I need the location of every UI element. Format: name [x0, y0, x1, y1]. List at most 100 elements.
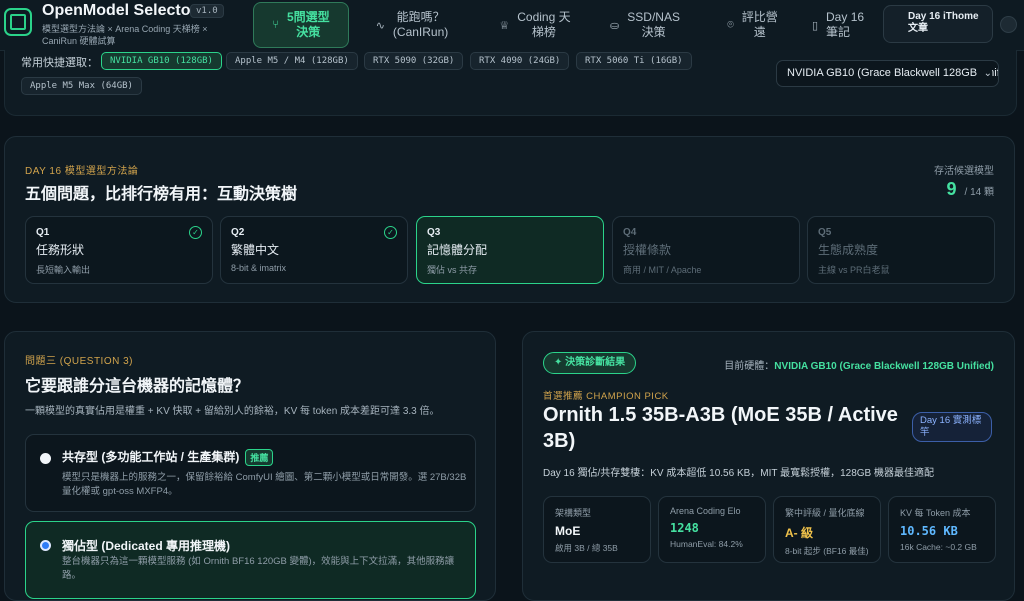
result-panel: ✦ 決策診斷結果 目前硬體：NVIDIA GB10 (Grace Blackwe…	[522, 331, 1015, 601]
book-icon: ▯	[811, 19, 819, 32]
stat-label: 架構類型	[555, 508, 592, 518]
question-title: 它要跟誰分這台機器的記憶體？	[25, 378, 250, 395]
sparkle-icon: ✦	[554, 357, 566, 368]
nav-tab-label: 能跑嗎？ (CanIRun)	[392, 10, 449, 39]
question-sub: 獨佔 vs 共存	[427, 265, 478, 275]
preset-apple-m5-m4[interactable]: Apple M5 / M4 (128GB)	[226, 52, 358, 70]
question-card-q5[interactable]: Q5 生態成熟度 主線 vs PR白老鼠	[807, 216, 995, 284]
stat-value: A- 級	[785, 526, 813, 540]
current-hardware-value: NVIDIA GB10 (Grace Blackwell 128GB Unifi…	[774, 361, 994, 372]
tree-title: 五個問題，比排行榜有用：互動決策樹	[25, 186, 298, 203]
stat-sub: 16k Cache: ~0.2 GB	[900, 542, 977, 552]
question-title: 授權條款	[623, 243, 672, 257]
diagnosis-label: 決策診斷結果	[565, 357, 626, 368]
nav-tab-canirun[interactable]: ∿ 能跑嗎？ (CanIRun)	[362, 2, 462, 48]
hardware-select-value: NVIDIA GB10 (Grace Blackwell 128GB Unif	[787, 67, 999, 79]
question-number: Q3	[427, 227, 441, 238]
stat-sub: 8-bit 起步 (BF16 最佳)	[785, 546, 869, 556]
question-card-q2[interactable]: Q2 繁體中文 8-bit & imatrix ✓	[220, 216, 408, 284]
stat-arena-elo: Arena Coding Elo 1248 HumanEval: 84.2%	[658, 496, 766, 563]
trophy-icon: ♕	[499, 19, 510, 32]
question-title: 記憶體分配	[427, 243, 488, 257]
preset-rtx-5090[interactable]: RTX 5090 (32GB)	[364, 52, 464, 70]
check-circle-icon: ✓	[384, 226, 397, 239]
ithome-article-button[interactable]: Day 16 iThome 文章	[883, 5, 993, 43]
stat-label: 繁中評級 / 量化底線	[785, 508, 865, 518]
option-description: 整台機器只為這一顆模型服務 (如 Ornith BF16 120GB 變體)，效…	[62, 556, 455, 581]
remaining-total: / 14 顆	[964, 187, 994, 198]
current-hardware-label: 目前硬體：	[724, 361, 775, 372]
question-title: 繁體中文	[231, 243, 280, 257]
champion-label: 首選推薦 CHAMPION PICK	[543, 391, 669, 402]
question-number: Q5	[818, 227, 832, 238]
satellite-icon: ⌾	[727, 18, 734, 31]
question-card-q3[interactable]: Q3 記憶體分配 獨佔 vs 共存	[416, 216, 604, 284]
app-subtitle: 模型選型方法論 × Arena Coding 天梯榜 × CaniRun 硬體試…	[42, 24, 208, 46]
option-title: 共存型 (多功能工作站 / 生產集群)	[62, 450, 240, 464]
question-number: Q4	[623, 227, 637, 238]
nav-tab-notes[interactable]: ▯ Day 16 筆記	[798, 2, 878, 48]
question-card-q4[interactable]: Q4 授權條款 商用 / MIT / Apache	[612, 216, 800, 284]
option-shared[interactable]: 共存型 (多功能工作站 / 生產集群) 推薦 模型只是機器上的服務之一，保留餘裕給…	[25, 434, 476, 512]
option-dedicated[interactable]: 獨佔型 (Dedicated 專用推理機) 整台機器只為這一顆模型服務 (如 O…	[25, 521, 476, 599]
preset-rtx-4090[interactable]: RTX 4090 (24GB)	[470, 52, 570, 70]
hardware-select[interactable]: NVIDIA GB10 (Grace Blackwell 128GB Unif …	[776, 60, 999, 87]
drive-icon: ⛀	[610, 19, 620, 32]
option-description: 模型只是機器上的服務之一，保留餘裕給 ComfyUI 繪圖、第二顆小模型或日常開…	[62, 472, 467, 497]
stat-sub: 啟用 3B / 總 35B	[555, 543, 618, 553]
pulse-icon: ∿	[375, 19, 385, 32]
nav-tab-label: Day 16 筆記	[826, 10, 865, 39]
nav-tab-benchmark[interactable]: ⌾ 評比營 遠	[710, 2, 795, 48]
theme-toggle-button[interactable]	[1000, 16, 1017, 33]
question-number: Q1	[36, 227, 50, 238]
remaining-value: 9	[946, 179, 957, 199]
stat-value: 10.56 KB	[900, 524, 958, 538]
option-title-row: 共存型 (多功能工作站 / 生產集群) 推薦	[62, 448, 274, 466]
remaining-label: 存活候選模型	[934, 166, 994, 177]
day-benchmark-tag: Day 16 實測標竿	[912, 412, 992, 442]
result-summary: Day 16 獨佔/共存雙棲：KV 成本超低 10.56 KB，MIT 最寬鬆授…	[543, 468, 935, 479]
nav-tab-decision[interactable]: ⑂ 5問選型 決策	[253, 2, 349, 48]
preset-apple-m5-max[interactable]: Apple M5 Max (64GB)	[21, 77, 142, 95]
quick-select-label: 常用快捷選取：	[21, 57, 98, 69]
remaining-count: 9 / 14 顆	[947, 179, 994, 200]
question-panel: 問題三 (QUESTION 3) 它要跟誰分這台機器的記憶體？ 一顆模型的真實佔…	[4, 331, 496, 601]
question-sub: 長短輸入輸出	[36, 265, 91, 275]
radio-selected[interactable]	[40, 540, 51, 551]
version-badge: v1.0	[190, 4, 224, 18]
model-name: Ornith 1.5 35B-A3B (MoE 35B / Active 3B)	[543, 404, 898, 452]
check-circle-icon: ✓	[189, 226, 202, 239]
preset-rtx-5060-ti[interactable]: RTX 5060 Ti (16GB)	[576, 52, 692, 70]
question-sub: 主線 vs PR白老鼠	[818, 265, 890, 275]
nav-tab-ladder[interactable]: ♕ Coding 天 梯榜	[490, 2, 580, 48]
question-sub: 8-bit & imatrix	[231, 263, 287, 273]
current-hardware: 目前硬體：NVIDIA GB10 (Grace Blackwell 128GB …	[724, 357, 994, 372]
nav-tab-ssd-nas[interactable]: ⛀ SSD/NAS 決策	[600, 2, 690, 48]
nav-tab-label: Coding 天 梯榜	[517, 10, 571, 39]
question-number: Q2	[231, 227, 245, 238]
question-description: 一顆模型的真實佔用是權重 + KV 快取 + 留給別人的餘裕，KV 每 toke…	[25, 406, 440, 417]
nav-tab-label: 評比營 遠	[741, 10, 778, 39]
branch-icon: ⑂	[272, 19, 279, 31]
stat-value: MoE	[555, 524, 581, 538]
stat-label: Arena Coding Elo	[670, 506, 741, 516]
preset-gb10[interactable]: NVIDIA GB10 (128GB)	[101, 52, 222, 70]
ithome-article-label: Day 16 iThome 文章	[908, 11, 979, 34]
stat-chinese-grade: 繁中評級 / 量化底線 A- 級 8-bit 起步 (BF16 最佳)	[773, 496, 881, 563]
stat-value: 1248	[670, 521, 699, 535]
stat-label: KV 每 Token 成本	[900, 508, 971, 518]
hardware-bar: 常用快捷選取： NVIDIA GB10 (128GB) Apple M5 / M…	[4, 50, 1017, 116]
option-title: 獨佔型 (Dedicated 專用推理機)	[62, 539, 231, 553]
question-sub: 商用 / MIT / Apache	[623, 265, 702, 275]
radio-unselected[interactable]	[40, 453, 51, 464]
question-title: 生態成熟度	[818, 243, 879, 257]
app-title: OpenModel Selector	[42, 2, 197, 19]
recommended-badge: 推薦	[245, 449, 274, 466]
stat-architecture: 架構類型 MoE 啟用 3B / 總 35B	[543, 496, 651, 563]
chevron-down-icon: ⌄	[980, 61, 992, 86]
tree-eyebrow: DAY 16 模型選型方法論	[25, 166, 139, 177]
question-card-q1[interactable]: Q1 任務形狀 長短輸入輸出 ✓	[25, 216, 213, 284]
stat-sub: HumanEval: 84.2%	[670, 539, 743, 549]
question-title: 任務形狀	[36, 243, 85, 257]
top-bar: OpenModel Selector v1.0 模型選型方法論 × Arena …	[0, 0, 1024, 51]
